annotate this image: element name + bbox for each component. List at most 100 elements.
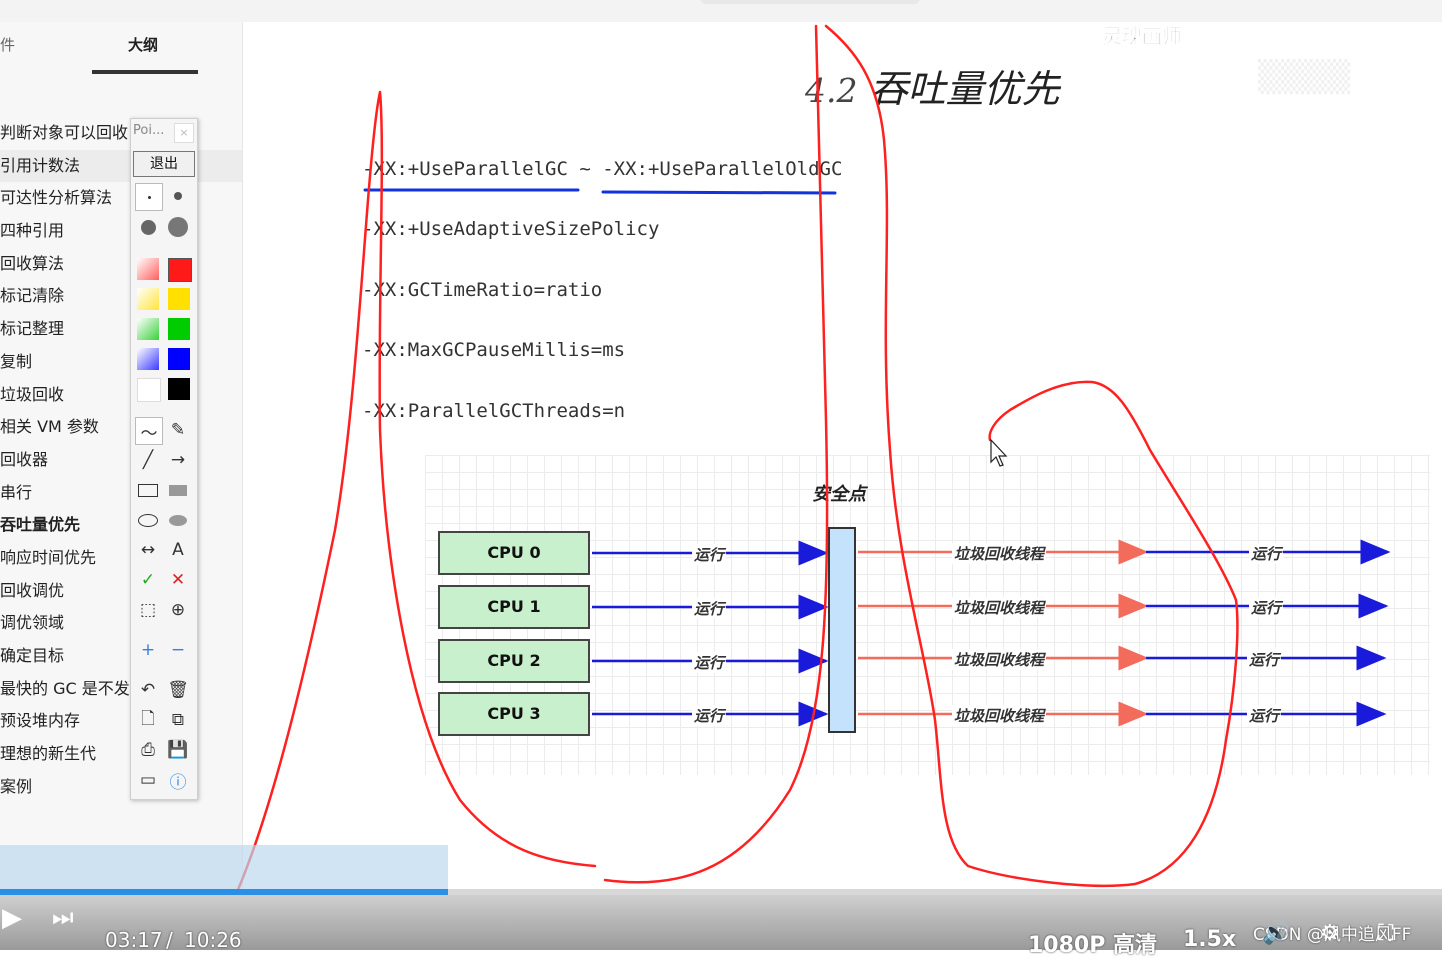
- tab-outline[interactable]: 大纲: [128, 34, 158, 55]
- slide-title: 4.2 吞吐量优先: [805, 58, 1060, 113]
- outline-item[interactable]: 标记清除: [0, 280, 242, 313]
- watermark-faint: ▒▒▒▒: [1258, 60, 1351, 95]
- outline-item[interactable]: 可达性分析算法: [0, 182, 242, 215]
- outline-list: 判断对象可以回收 引用计数法 可达性分析算法 四种引用 回收算法 标记清除 标记…: [0, 117, 242, 803]
- outline-item[interactable]: 相关 VM 参数: [0, 411, 242, 444]
- outline-item[interactable]: 理想的新生代: [0, 738, 242, 771]
- pen-size-large[interactable]: [135, 214, 161, 240]
- volume-icon[interactable]: 🔊: [1262, 921, 1289, 946]
- settings-gear-icon[interactable]: ⚙: [1320, 921, 1340, 946]
- outline-sidebar: 件 大纲 判断对象可以回收 引用计数法 可达性分析算法 四种引用 回收算法 标记…: [0, 22, 243, 950]
- cpu-box: CPU 3: [438, 692, 590, 736]
- double-arrow-tool-icon[interactable]: ↔: [135, 537, 161, 563]
- ellipse-tool-icon[interactable]: [135, 507, 161, 533]
- color-red-gradient[interactable]: [137, 258, 159, 280]
- color-black[interactable]: [168, 378, 190, 400]
- color-green[interactable]: [168, 318, 190, 340]
- cross-icon[interactable]: ✕: [165, 567, 191, 593]
- color-blue[interactable]: [168, 348, 190, 370]
- freehand-pen-icon[interactable]: 〜: [135, 417, 163, 445]
- quality-button[interactable]: 1080P 高清: [1028, 927, 1157, 959]
- play-icon[interactable]: ▶: [2, 903, 22, 933]
- run-label: 运行: [692, 652, 727, 673]
- info-icon[interactable]: ⓘ: [165, 767, 191, 793]
- run-label: 运行: [1247, 649, 1282, 670]
- safepoint-bar: [828, 527, 856, 733]
- pen-size-small[interactable]: [135, 183, 163, 211]
- jvm-param: -XX:MaxGCPauseMillis=ms: [362, 339, 626, 361]
- next-icon[interactable]: ⏭: [52, 903, 74, 931]
- annotation-palette: Poi... × 退出 〜 ✎ ╱ → ↔ A ✓ ✕ ⬚ ⊕ + − ↶ 🗑 …: [130, 118, 198, 800]
- outline-item[interactable]: 四种引用: [0, 215, 242, 248]
- top-strip: [0, 0, 1442, 22]
- run-label: 运行: [692, 705, 727, 726]
- blue-underline: [601, 190, 837, 195]
- run-label: 运行: [692, 598, 727, 619]
- crop-select-icon[interactable]: ⬚: [135, 597, 161, 623]
- player-controls: ▶ ⏭ 03:17 / 10:26 1080P 高清 1.5x CSDN @风中…: [0, 895, 1442, 958]
- speed-button[interactable]: 1.5x: [1183, 927, 1236, 952]
- zoom-icon[interactable]: ⊕: [165, 597, 191, 623]
- trash-icon[interactable]: 🗑: [165, 677, 191, 703]
- outline-item[interactable]: 标记整理: [0, 313, 242, 346]
- fullscreen-icon[interactable]: ⛶: [1378, 921, 1393, 946]
- outline-item[interactable]: 串行: [0, 477, 242, 510]
- outline-item[interactable]: 调优领域: [0, 607, 242, 640]
- outline-item[interactable]: 回收器: [0, 444, 242, 477]
- filled-ellipse-tool-icon[interactable]: [165, 507, 191, 533]
- check-icon[interactable]: ✓: [135, 567, 161, 593]
- rectangle-tool-icon[interactable]: [135, 477, 161, 503]
- outline-item-current[interactable]: 吞吐量优先: [0, 509, 242, 542]
- gc-thread-label: 垃圾回收线程: [952, 649, 1047, 670]
- text-tool-icon[interactable]: A: [165, 537, 191, 563]
- new-page-icon[interactable]: 🗋: [135, 707, 161, 733]
- pen-size-xlarge[interactable]: [165, 214, 191, 240]
- color-white-gradient[interactable]: [137, 378, 161, 402]
- palette-title: Poi...: [133, 123, 165, 138]
- jvm-param: -XX:+UseParallelGC ~ -XX:+UseParallelOld…: [362, 158, 843, 180]
- palette-close-icon[interactable]: ×: [174, 123, 194, 143]
- color-yellow[interactable]: [168, 288, 190, 310]
- run-label: 运行: [1247, 705, 1282, 726]
- tab-outline-underline: [92, 70, 198, 74]
- outline-item[interactable]: 垃圾回收: [0, 379, 242, 412]
- exit-button[interactable]: 退出: [133, 151, 195, 177]
- undo-icon[interactable]: ↶: [135, 677, 161, 703]
- slide-title-text: 吞吐量优先: [869, 67, 1060, 111]
- cpu-box: CPU 0: [438, 531, 590, 575]
- plus-icon[interactable]: +: [135, 637, 161, 663]
- run-label: 运行: [1249, 597, 1284, 618]
- time-separator: /: [166, 928, 173, 952]
- color-green-gradient[interactable]: [137, 318, 159, 340]
- copy-icon[interactable]: ⧉: [165, 707, 191, 733]
- gc-thread-label: 垃圾回收线程: [952, 705, 1047, 726]
- outline-item[interactable]: 判断对象可以回收: [0, 117, 242, 150]
- outline-item[interactable]: 回收算法: [0, 248, 242, 281]
- minus-icon[interactable]: −: [165, 637, 191, 663]
- outline-item[interactable]: 案例: [0, 771, 242, 804]
- gc-thread-label: 垃圾回收线程: [952, 597, 1047, 618]
- jvm-param: -XX:GCTimeRatio=ratio: [362, 279, 603, 301]
- outline-item[interactable]: 预设堆内存: [0, 705, 242, 738]
- line-tool-icon[interactable]: ╱: [135, 447, 161, 473]
- eraser-icon[interactable]: ✎: [165, 417, 191, 443]
- print-icon[interactable]: ⎙: [135, 737, 161, 763]
- outline-item[interactable]: 确定目标: [0, 640, 242, 673]
- watermark-text: 灵魂画师: [1102, 24, 1183, 49]
- arrow-tool-icon[interactable]: →: [165, 447, 191, 473]
- color-red[interactable]: [168, 258, 192, 282]
- tab-files[interactable]: 件: [0, 34, 15, 55]
- outline-item[interactable]: 回收调优: [0, 575, 242, 608]
- outline-item[interactable]: 复制: [0, 346, 242, 379]
- outline-item[interactable]: 引用计数法: [0, 149, 242, 183]
- total-time: 10:26: [184, 928, 242, 952]
- outline-item[interactable]: 响应时间优先: [0, 542, 242, 575]
- color-blue-gradient[interactable]: [137, 348, 159, 370]
- save-icon[interactable]: 💾: [165, 737, 191, 763]
- outline-item[interactable]: 最快的 GC 是不发生: [0, 673, 242, 706]
- screen-icon[interactable]: ▭: [135, 767, 161, 793]
- color-yellow-gradient[interactable]: [137, 288, 159, 310]
- audio-waveform: [0, 845, 448, 890]
- filled-rectangle-tool-icon[interactable]: [165, 477, 191, 503]
- pen-size-medium[interactable]: [165, 183, 191, 209]
